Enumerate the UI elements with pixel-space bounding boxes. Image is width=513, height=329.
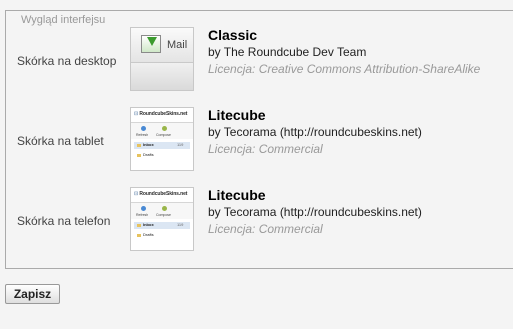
compose-label: Compose [156, 213, 171, 217]
skin-row-desktop: Skórka na desktop Mail ≡ ★ Classic by Th… [0, 27, 513, 95]
skin-row-label: Skórka na desktop [17, 54, 117, 68]
classic-toolbar-bottom: ≡ ★ [131, 63, 193, 90]
refresh-icon [141, 206, 146, 211]
fieldset-legend: Wygląd interfejsu [18, 14, 109, 26]
folder-drafts: Drafts [143, 152, 154, 157]
folder-drafts: Drafts [143, 232, 154, 237]
litecube-toolbar: Refresh Compose [131, 123, 193, 139]
inbox-count: 119 [177, 142, 184, 147]
skin-row-label: Skórka na telefon [17, 214, 111, 228]
skin-info: Litecube by Tecorama (http://roundcubesk… [208, 107, 422, 156]
compose-label: Compose [156, 133, 171, 137]
skin-author: by Tecorama (http://roundcubeskins.net) [208, 125, 422, 139]
skin-info: Litecube by Tecorama (http://roundcubesk… [208, 187, 422, 236]
litecube-header: ⊡ RoundcubeSkins.net [131, 188, 193, 203]
skin-license: Licencja: Commercial [208, 142, 323, 156]
skin-license: Licencja: Commercial [208, 222, 323, 236]
skin-thumbnail-classic[interactable]: Mail ≡ ★ [130, 27, 194, 91]
roundcubeskins-logo: ⊡ RoundcubeSkins.net [134, 111, 188, 117]
skin-thumbnail-litecube[interactable]: ⊡ RoundcubeSkins.net Refresh Compose Inb… [130, 107, 194, 171]
skin-name: Litecube [208, 107, 266, 123]
skin-row-label: Skórka na tablet [17, 134, 104, 148]
litecube-toolbar: Refresh Compose [131, 203, 193, 219]
mail-icon [141, 35, 161, 53]
compose-icon [162, 206, 167, 211]
folder-inbox: Inbox [143, 222, 154, 227]
skin-info: Classic by The Roundcube Dev Team Licenc… [208, 27, 480, 76]
folder-icon [137, 234, 141, 237]
roundcubeskins-logo: ⊡ RoundcubeSkins.net [134, 191, 188, 197]
skin-license: Licencja: Creative Commons Attribution-S… [208, 62, 481, 76]
download-arrow-icon [147, 37, 157, 46]
skin-name: Litecube [208, 187, 266, 203]
folder-icon [137, 144, 141, 147]
litecube-folders: Inbox 119 Drafts [131, 221, 193, 250]
refresh-icon [141, 126, 146, 131]
skin-thumbnail-litecube[interactable]: ⊡ RoundcubeSkins.net Refresh Compose Inb… [130, 187, 194, 251]
skin-row-tablet: Skórka na tablet ⊡ RoundcubeSkins.net Re… [0, 107, 513, 175]
folder-icon [137, 224, 141, 227]
compose-icon [162, 126, 167, 131]
folder-inbox: Inbox [143, 142, 154, 147]
mail-label: Mail [167, 39, 188, 51]
save-button[interactable]: Zapisz [5, 284, 60, 304]
skin-row-phone: Skórka na telefon ⊡ RoundcubeSkins.net R… [0, 187, 513, 255]
classic-toolbar-top: Mail [131, 28, 193, 63]
skin-name: Classic [208, 27, 258, 43]
folder-icon [137, 154, 141, 157]
refresh-label: Refresh [136, 133, 149, 137]
refresh-label: Refresh [136, 213, 149, 217]
skin-author: by The Roundcube Dev Team [208, 45, 367, 59]
inbox-count: 119 [177, 222, 184, 227]
skin-author: by Tecorama (http://roundcubeskins.net) [208, 205, 422, 219]
litecube-folders: Inbox 119 Drafts [131, 141, 193, 170]
litecube-header: ⊡ RoundcubeSkins.net [131, 108, 193, 123]
